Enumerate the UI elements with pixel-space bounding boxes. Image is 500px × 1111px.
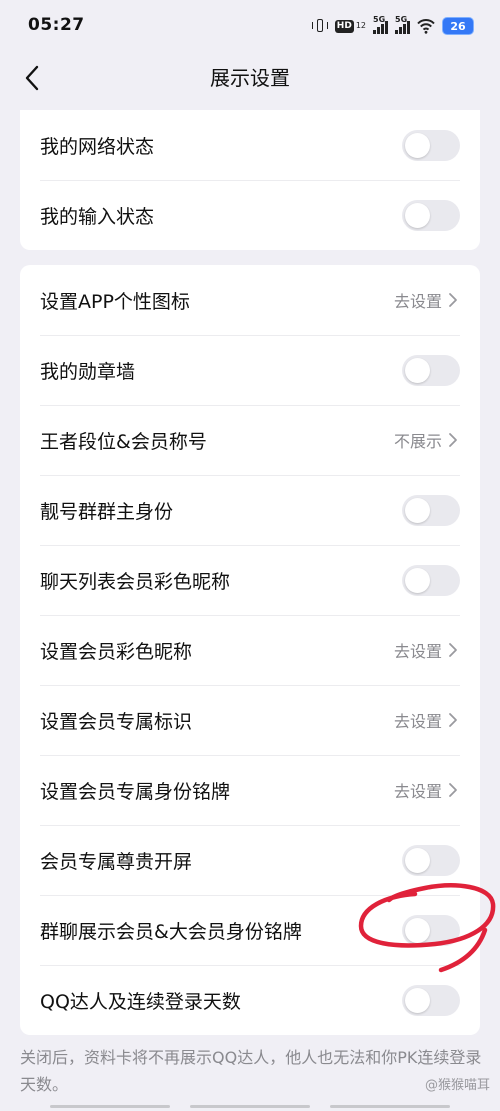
signal-icon: 5G — [395, 15, 410, 34]
hd-sup-label: 12 — [355, 21, 366, 30]
toggle-knob — [405, 133, 430, 158]
setting-row-toggle[interactable]: 会员专属尊贵开屏 — [20, 825, 480, 895]
toggle-switch[interactable] — [402, 915, 460, 946]
toggle-knob — [405, 358, 430, 383]
toggle-switch[interactable] — [402, 985, 460, 1016]
status-bar: 05:27 HD 12 5G 5G 26 — [0, 0, 500, 50]
setting-label: 设置会员专属身份铭牌 — [40, 780, 231, 803]
toggle-knob — [405, 203, 430, 228]
setting-label: 会员专属尊贵开屏 — [40, 850, 193, 873]
toggle-switch[interactable] — [402, 200, 460, 231]
setting-value-text: 去设置 — [393, 292, 442, 311]
home-indicator — [190, 1105, 310, 1108]
battery-icon: 26 — [442, 17, 474, 35]
setting-label: 我的勋章墙 — [40, 360, 136, 383]
setting-row-toggle[interactable]: 我的网络状态 — [20, 110, 480, 180]
settings-card-display: 设置APP个性图标 去设置 我的勋章墙 王者段位&会员称号 不展示 靓号群群主身份 聊天列表… — [20, 265, 480, 1035]
setting-label: 我的网络状态 — [40, 135, 155, 158]
chevron-right-icon — [449, 293, 457, 307]
vibrate-icon — [311, 18, 328, 34]
home-indicator — [330, 1105, 450, 1108]
toggle-switch[interactable] — [402, 565, 460, 596]
toggle-switch[interactable] — [402, 130, 460, 161]
watermark-text: @猴猴喵耳 — [424, 1078, 490, 1093]
toggle-knob — [405, 498, 430, 523]
watermark: @猴猴喵耳 — [425, 1074, 490, 1093]
setting-value: 去设置 — [394, 708, 458, 732]
setting-row-link[interactable]: 设置会员专属身份铭牌 去设置 — [20, 755, 480, 825]
setting-row-toggle[interactable]: 我的输入状态 — [20, 180, 480, 250]
toggle-switch[interactable] — [402, 355, 460, 386]
setting-row-link[interactable]: 设置会员彩色昵称 去设置 — [20, 615, 480, 685]
wifi-icon — [417, 19, 435, 34]
chevron-right-icon — [449, 433, 457, 447]
setting-value-text: 去设置 — [393, 642, 442, 661]
setting-value: 不展示 — [394, 428, 458, 452]
chevron-right-icon — [449, 783, 457, 797]
signal-icon: 5G — [373, 15, 388, 34]
toggle-knob — [405, 988, 430, 1013]
setting-row-link[interactable]: 设置会员专属标识 去设置 — [20, 685, 480, 755]
footer-note: 关闭后，资料卡将不再展示QQ达人，他人也无法和你PK连续登录天数。 — [20, 1048, 482, 1094]
status-time: 05:27 — [28, 15, 85, 35]
chevron-right-icon — [449, 643, 457, 657]
setting-row-link[interactable]: 设置APP个性图标 去设置 — [20, 265, 480, 335]
setting-value-text: 去设置 — [393, 782, 442, 801]
nav-bar: 展示设置 — [0, 50, 500, 106]
settings-card-status: 我的网络状态 我的输入状态 — [20, 110, 480, 250]
toggle-switch[interactable] — [402, 495, 460, 526]
setting-label: 我的输入状态 — [40, 205, 155, 228]
toggle-knob — [405, 848, 430, 873]
status-icons: HD 12 5G 5G 26 — [311, 15, 474, 36]
setting-row-link[interactable]: 王者段位&会员称号 不展示 — [20, 405, 480, 475]
setting-value: 去设置 — [394, 288, 458, 312]
toggle-knob — [405, 918, 430, 943]
setting-row-toggle[interactable]: 群聊展示会员&大会员身份铭牌 — [20, 895, 480, 965]
setting-label: 靓号群群主身份 — [40, 500, 174, 523]
setting-value-text: 去设置 — [393, 712, 442, 731]
setting-value: 去设置 — [394, 638, 458, 662]
setting-label: 设置APP个性图标 — [40, 290, 190, 313]
setting-row-toggle[interactable]: 我的勋章墙 — [20, 335, 480, 405]
setting-label: 王者段位&会员称号 — [40, 430, 207, 453]
signal-label: 5G — [373, 15, 386, 24]
setting-label: QQ达人及连续登录天数 — [40, 990, 241, 1013]
setting-label: 设置会员专属标识 — [40, 710, 193, 733]
setting-row-toggle[interactable]: 聊天列表会员彩色昵称 — [20, 545, 480, 615]
setting-value-text: 不展示 — [393, 432, 442, 451]
hd-icon: HD — [334, 19, 354, 33]
setting-label: 聊天列表会员彩色昵称 — [40, 570, 231, 593]
signal-label: 5G — [395, 15, 408, 24]
setting-value: 去设置 — [394, 778, 458, 802]
bottom-bar — [40, 1105, 460, 1109]
home-indicator — [50, 1105, 170, 1108]
toggle-switch[interactable] — [402, 845, 460, 876]
chevron-right-icon — [449, 713, 457, 727]
setting-row-toggle[interactable]: QQ达人及连续登录天数 — [20, 965, 480, 1035]
setting-row-toggle[interactable]: 靓号群群主身份 — [20, 475, 480, 545]
setting-label: 设置会员彩色昵称 — [40, 640, 193, 663]
page-title: 展示设置 — [210, 66, 290, 90]
setting-label: 群聊展示会员&大会员身份铭牌 — [40, 920, 302, 943]
toggle-knob — [405, 568, 430, 593]
